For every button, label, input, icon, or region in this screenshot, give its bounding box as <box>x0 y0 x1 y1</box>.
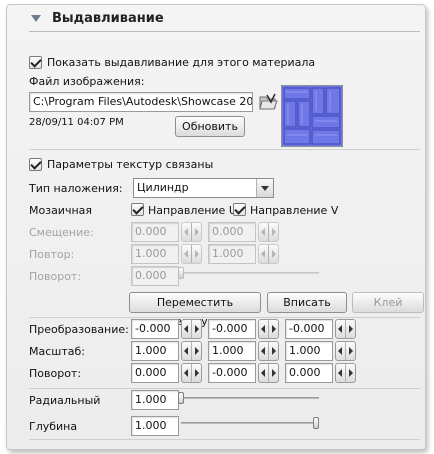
scale-label: Масштаб: <box>29 345 85 358</box>
show-extrusion-label: Показать выдавливание для этого материал… <box>47 56 316 69</box>
transform-label: Преобразование: <box>29 323 129 336</box>
extrusion-panel: Выдавливание Показать выдавливание для э… <box>6 4 426 450</box>
mapping-type-select[interactable]: Цилиндр <box>133 178 274 198</box>
mapping-type-label: Тип наложения: <box>29 182 123 195</box>
refresh-button[interactable]: Обновить <box>175 116 245 137</box>
rotation-y-stepper[interactable] <box>258 363 279 383</box>
tiling-label: Мозаичная <box>29 204 93 217</box>
scale-x-stepper[interactable] <box>181 341 202 361</box>
offset-u-stepper[interactable] <box>181 222 202 242</box>
radial-slider-thumb[interactable] <box>178 392 184 404</box>
texture-rotation-slider-thumb[interactable] <box>178 267 184 279</box>
image-path-field[interactable]: C:\Program Files\Autodesk\Showcase 2013\… <box>29 92 253 112</box>
transform-z-stepper[interactable] <box>335 319 356 339</box>
repeat-label: Повтор: <box>29 248 75 261</box>
tiling-v-label: Направление V <box>250 204 339 217</box>
file-timestamp: 28/09/11 04:07 PM <box>29 117 124 128</box>
texture-preview <box>281 85 343 147</box>
linked-params-checkbox[interactable] <box>29 158 42 171</box>
repeat-u-field[interactable]: 1.000 <box>131 244 179 264</box>
repeat-u-stepper[interactable] <box>181 244 202 264</box>
rotation-x-stepper[interactable] <box>181 363 202 383</box>
rotation-z-field[interactable]: 0.000 <box>285 363 333 383</box>
divider <box>29 439 420 440</box>
radial-field[interactable]: 1.000 <box>131 390 179 410</box>
tiling-u-checkbox[interactable] <box>131 203 144 216</box>
scale-z-stepper[interactable] <box>335 341 356 361</box>
radial-label: Радиальный <box>29 394 101 407</box>
transform-x-stepper[interactable] <box>181 319 202 339</box>
rotation-y-field[interactable]: -0.000 <box>208 363 256 383</box>
depth-slider-thumb[interactable] <box>313 417 319 429</box>
scale-y-stepper[interactable] <box>258 341 279 361</box>
repeat-v-field[interactable]: 1.000 <box>208 244 256 264</box>
transform-z-field[interactable]: -0.000 <box>285 319 333 339</box>
folder-open-icon[interactable] <box>257 91 279 113</box>
offset-u-field[interactable]: 0.000 <box>131 222 179 242</box>
section-title[interactable]: Выдавливание <box>52 11 164 26</box>
scale-z-field[interactable]: 1.000 <box>285 341 333 361</box>
offset-label: Смещение: <box>29 226 94 239</box>
tiling-u-label: Направление U <box>148 204 237 217</box>
rotation-x-field[interactable]: 0.000 <box>131 363 179 383</box>
offset-v-field[interactable]: 0.000 <box>208 222 256 242</box>
move-texture-button[interactable]: Переместить текстуру <box>129 292 261 328</box>
show-extrusion-checkbox[interactable] <box>29 56 42 69</box>
tiling-v-checkbox[interactable] <box>233 203 246 216</box>
scale-x-field[interactable]: 1.000 <box>131 341 179 361</box>
image-file-label: Файл изображения: <box>29 75 145 88</box>
rotation-z-stepper[interactable] <box>335 363 356 383</box>
texture-rotation-field[interactable]: 0.000 <box>131 266 179 286</box>
texture-rotation-slider-track[interactable] <box>181 272 319 274</box>
collapse-triangle-icon[interactable] <box>31 15 41 22</box>
fit-button[interactable]: Вписать <box>267 292 347 313</box>
transform-y-field[interactable]: -0.000 <box>208 319 256 339</box>
repeat-v-stepper[interactable] <box>258 244 279 264</box>
offset-v-stepper[interactable] <box>258 222 279 242</box>
transform-y-stepper[interactable] <box>258 319 279 339</box>
transform-x-field[interactable]: -0.000 <box>131 319 179 339</box>
divider <box>29 317 420 318</box>
rotation-label: Поворот: <box>29 367 82 380</box>
divider <box>29 388 420 389</box>
scale-y-field[interactable]: 1.000 <box>208 341 256 361</box>
header-divider <box>29 31 420 32</box>
depth-field[interactable]: 1.000 <box>131 416 179 436</box>
chevron-down-icon[interactable] <box>256 179 273 197</box>
glue-button[interactable]: Клей <box>352 292 424 313</box>
radial-slider-track[interactable] <box>181 397 319 399</box>
depth-label: Глубина <box>29 420 78 433</box>
texture-rotation-label: Поворот: <box>29 270 82 283</box>
mapping-type-value: Цилиндр <box>137 181 189 194</box>
divider <box>29 149 420 150</box>
woven-texture-thumbnail <box>282 86 342 146</box>
linked-params-label: Параметры текстур связаны <box>47 158 214 171</box>
depth-slider-track[interactable] <box>181 422 319 424</box>
